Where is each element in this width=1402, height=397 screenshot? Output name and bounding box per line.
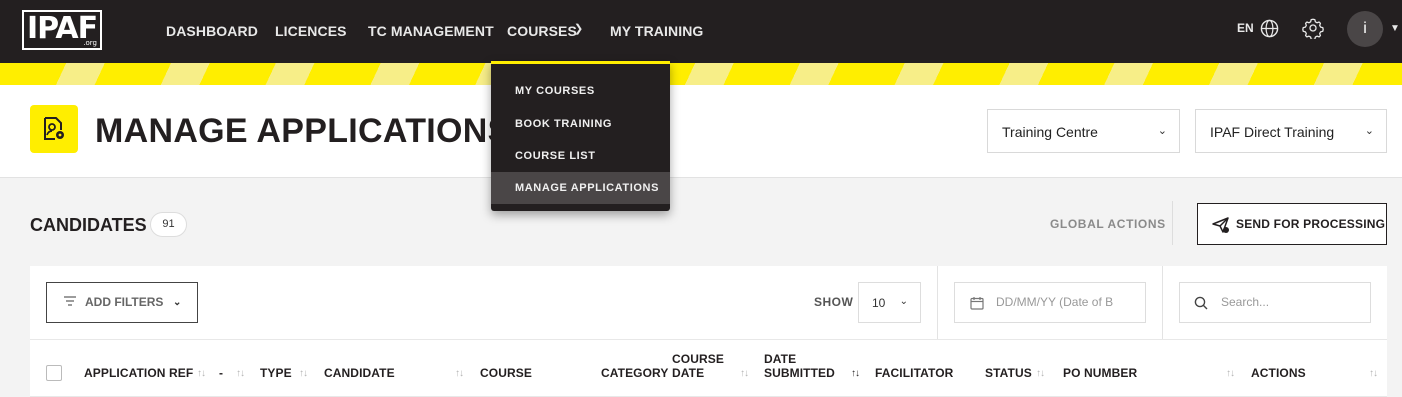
- filter-icon: [64, 296, 76, 306]
- hazard-stripe: [0, 63, 1402, 85]
- training-centre-select[interactable]: Training Centre ⌄: [987, 109, 1180, 153]
- ipaf-logo[interactable]: IPAF .org: [22, 10, 102, 50]
- manage-applications-icon: [30, 105, 78, 153]
- add-filters-label: ADD FILTERS: [85, 295, 164, 309]
- column-date-submitted[interactable]: DATE SUBMITTED: [764, 352, 835, 380]
- chevron-down-icon: ⌄: [173, 297, 182, 308]
- nav-dashboard[interactable]: DASHBOARD: [166, 23, 258, 39]
- menu-item-my-courses[interactable]: MY COURSES: [491, 75, 670, 107]
- send-icon: [1212, 217, 1229, 233]
- page-title: MANAGE APPLICATIONS: [95, 112, 511, 150]
- applications-table-card: ADD FILTERS ⌄ SHOW 10 ⌄ DD/MM/YY (Date o…: [30, 266, 1387, 397]
- chevron-down-icon: ⌄: [1364, 125, 1374, 137]
- table-header-row: APPLICATION REF ↑↓ - ↑↓ TYPE ↑↓ CANDIDAT…: [30, 339, 1387, 397]
- column-status[interactable]: STATUS: [985, 366, 1032, 380]
- column-course-date[interactable]: COURSE DATE: [672, 352, 724, 380]
- menu-item-manage-applications[interactable]: MANAGE APPLICATIONS: [491, 172, 670, 204]
- column-category[interactable]: CATEGORY: [601, 366, 668, 380]
- gear-icon[interactable]: [1302, 17, 1324, 39]
- search-input[interactable]: Search...: [1179, 282, 1371, 323]
- select-all-checkbox[interactable]: [46, 365, 62, 381]
- sort-icon[interactable]: ↑↓: [740, 368, 749, 379]
- divider: [1162, 266, 1163, 339]
- sort-icon[interactable]: ↑↓: [299, 368, 308, 379]
- sort-icon[interactable]: ↑↓: [1369, 368, 1378, 379]
- show-label: SHOW: [814, 295, 854, 309]
- menu-item-book-training[interactable]: BOOK TRAINING: [491, 108, 670, 140]
- column-candidate[interactable]: CANDIDATE: [324, 366, 395, 380]
- calendar-icon: [970, 297, 984, 310]
- sort-icon[interactable]: ↑↓: [1036, 368, 1045, 379]
- send-for-processing-button[interactable]: SEND FOR PROCESSING: [1197, 203, 1387, 245]
- column-course[interactable]: COURSE: [480, 366, 532, 380]
- divider: [937, 266, 938, 339]
- page-size-select[interactable]: 10 ⌄: [858, 282, 921, 323]
- column-facilitator[interactable]: FACILITATOR: [875, 366, 953, 380]
- candidates-count-badge: 91: [150, 212, 187, 237]
- date-placeholder: DD/MM/YY (Date of B: [996, 295, 1114, 309]
- column-po-number[interactable]: PO NUMBER: [1063, 366, 1137, 380]
- chevron-down-icon[interactable]: ❯: [574, 22, 583, 35]
- column-application-ref[interactable]: APPLICATION REF: [84, 366, 193, 380]
- divider: [1172, 201, 1173, 245]
- avatar[interactable]: i: [1347, 11, 1383, 47]
- logo-suffix: .org: [83, 39, 97, 47]
- chevron-down-icon: ⌄: [1157, 125, 1167, 137]
- date-of-birth-input[interactable]: DD/MM/YY (Date of B: [954, 282, 1146, 323]
- nav-tc-management[interactable]: TC MANAGEMENT: [368, 23, 494, 39]
- globe-icon[interactable]: [1260, 19, 1279, 38]
- nav-my-training[interactable]: MY TRAINING: [610, 23, 703, 39]
- select-value: IPAF Direct Training: [1210, 124, 1335, 140]
- nav-courses[interactable]: COURSES: [507, 23, 577, 39]
- page-size-value: 10: [872, 296, 886, 310]
- global-actions-label: GLOBAL ACTIONS: [1050, 217, 1166, 231]
- candidates-title: CANDIDATES: [30, 215, 147, 235]
- column-type[interactable]: TYPE: [260, 366, 292, 380]
- add-filters-button[interactable]: ADD FILTERS ⌄: [46, 282, 198, 323]
- chevron-down-icon[interactable]: ▼: [1390, 23, 1400, 34]
- top-navbar: IPAF .org DASHBOARD LICENCES TC MANAGEME…: [0, 0, 1402, 63]
- nav-licences[interactable]: LICENCES: [275, 23, 347, 39]
- direct-training-select[interactable]: IPAF Direct Training ⌄: [1195, 109, 1387, 153]
- chevron-down-icon: ⌄: [899, 296, 908, 307]
- search-icon: [1194, 296, 1208, 310]
- sort-icon[interactable]: ↑↓: [197, 368, 206, 379]
- send-button-label: SEND FOR PROCESSING: [1236, 217, 1386, 231]
- sort-desc-icon[interactable]: ↑↓: [851, 368, 860, 379]
- courses-dropdown-menu: MY COURSES BOOK TRAINING COURSE LIST MAN…: [491, 61, 670, 211]
- select-value: Training Centre: [1002, 124, 1098, 140]
- sort-icon[interactable]: ↑↓: [1226, 368, 1235, 379]
- column-actions[interactable]: ACTIONS: [1251, 366, 1306, 380]
- page-header: MANAGE APPLICATIONS Training Centre ⌄ IP…: [0, 85, 1402, 178]
- search-placeholder: Search...: [1221, 295, 1270, 309]
- sort-icon[interactable]: ↑↓: [455, 368, 464, 379]
- sort-icon[interactable]: ↑↓: [236, 368, 245, 379]
- column-dash[interactable]: -: [219, 366, 223, 380]
- menu-item-course-list[interactable]: COURSE LIST: [491, 140, 670, 172]
- language-label[interactable]: EN: [1237, 21, 1254, 35]
